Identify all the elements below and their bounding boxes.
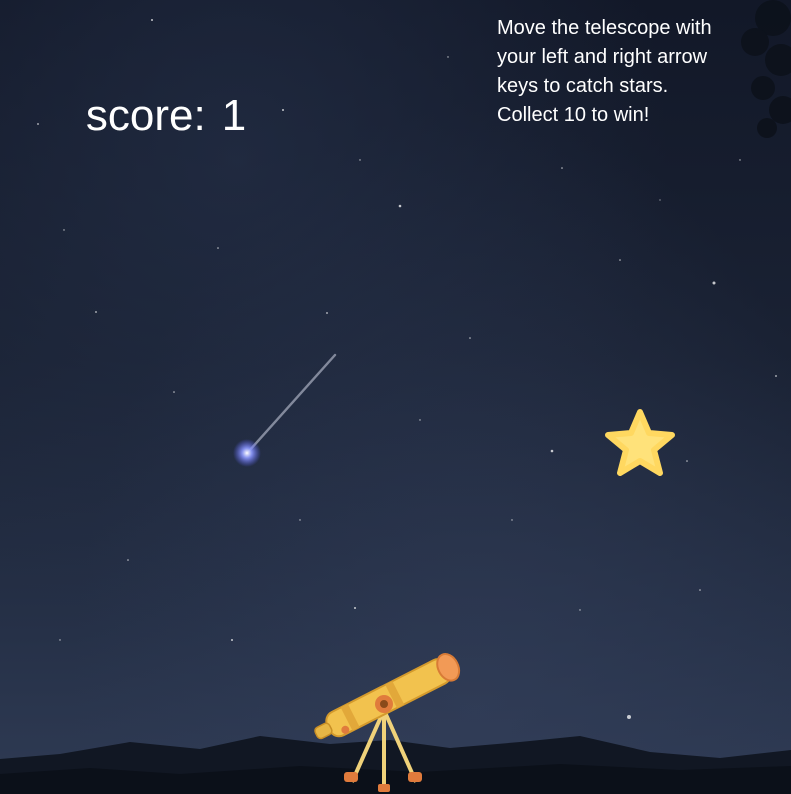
instructions-text: Move the telescope with your left and ri… (497, 17, 712, 126)
game-canvas[interactable]: score: 1 Move the telescope with your lef… (0, 0, 791, 794)
score-label: score: (85, 91, 206, 140)
score-display: score: 1 (37, 32, 246, 200)
telescope-icon[interactable] (312, 628, 472, 794)
score-value: 1 (221, 91, 247, 140)
shooting-star-icon (233, 353, 337, 467)
star-icon[interactable] (601, 406, 679, 480)
